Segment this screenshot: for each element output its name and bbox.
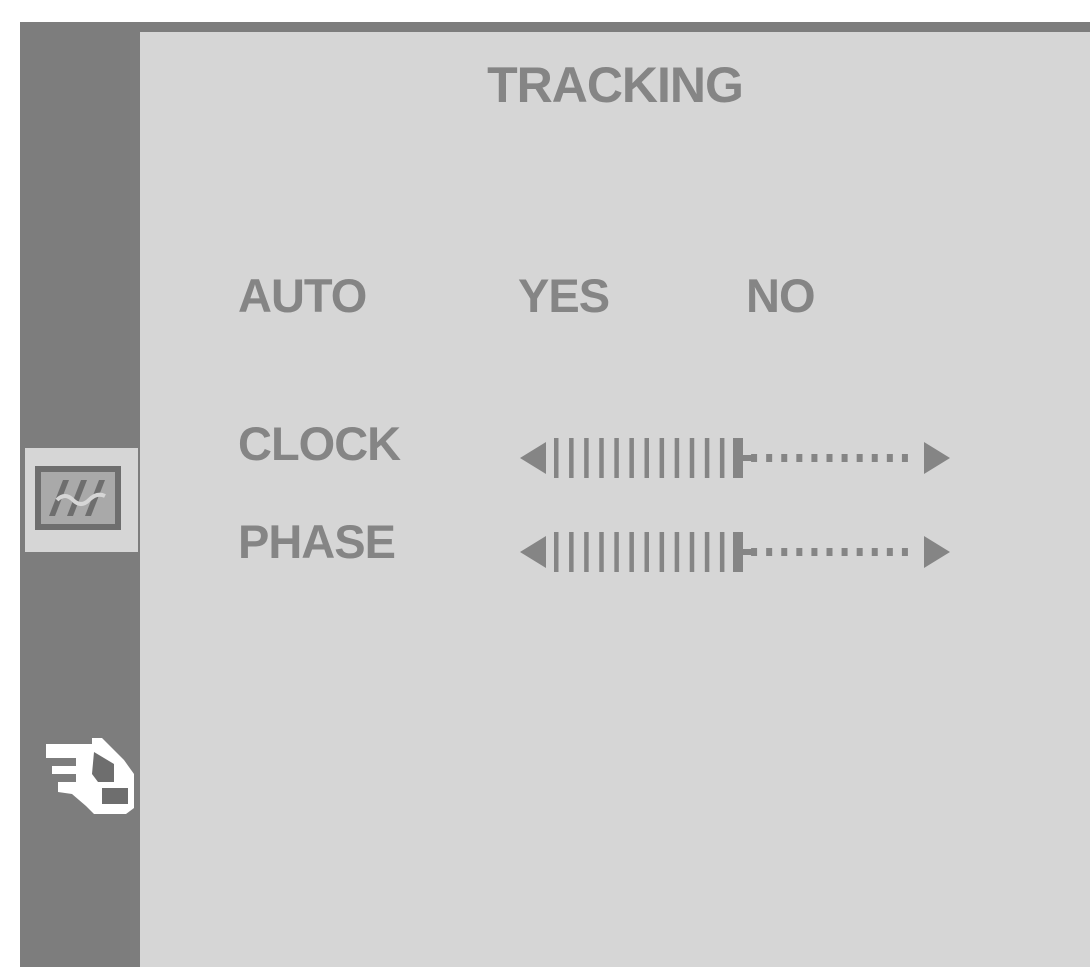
slider-empty-segment	[856, 548, 863, 556]
slider-fill-segment	[659, 438, 665, 478]
slider-fill-segment	[719, 438, 725, 478]
slider-fill-segment	[719, 532, 725, 572]
slider-fill-segment	[674, 532, 680, 572]
slider-empty-segment	[781, 548, 788, 556]
slider-empty-segment	[796, 454, 803, 462]
slider-empty-segment	[886, 548, 893, 556]
slider-fill-segment	[614, 532, 619, 572]
increase-arrow-icon[interactable]	[924, 536, 950, 568]
slider-fill-segment	[644, 532, 649, 572]
decrease-arrow-icon[interactable]	[520, 536, 546, 568]
phase-label: PHASE	[238, 515, 396, 568]
slider-empty-segment	[796, 548, 803, 556]
slider-empty-segment	[841, 454, 848, 462]
slider-fill-segment	[554, 532, 559, 572]
slider-empty-segment	[871, 454, 878, 462]
slider-fill-segment	[629, 438, 634, 478]
auto-label: AUTO	[238, 269, 367, 322]
slider-empty-segment	[826, 548, 833, 556]
slider-fill-segment	[599, 438, 604, 478]
slider-fill-segment	[569, 532, 574, 572]
auto-yes-option[interactable]: YES	[518, 268, 610, 323]
sidebar	[20, 22, 138, 967]
slider-fill-segment	[689, 438, 695, 478]
slider-fill-segment	[704, 532, 710, 572]
auto-no-option[interactable]: NO	[746, 268, 815, 323]
slider-empty-segment	[871, 548, 878, 556]
slider-fill-segment	[629, 532, 634, 572]
sidebar-item-tracking[interactable]	[25, 448, 138, 552]
osd-menu: TRACKING AUTO YES NO CLOCK PHASE	[20, 22, 1090, 967]
clock-slider[interactable]	[520, 436, 950, 480]
slider-empty-segment	[811, 548, 818, 556]
slider-fill-segment	[599, 532, 604, 572]
slider-fill-segment	[554, 438, 559, 478]
decrease-arrow-icon[interactable]	[520, 442, 546, 474]
slider-fill-segment	[614, 438, 619, 478]
increase-arrow-icon[interactable]	[924, 442, 950, 474]
slider-empty-segment	[826, 454, 833, 462]
slider-empty-segment	[901, 454, 908, 462]
slider-empty-segment	[901, 548, 908, 556]
slider-empty-segment	[886, 454, 893, 462]
slider-fill-segment	[674, 438, 680, 478]
slider-knob-tick	[741, 455, 755, 461]
page-title: TRACKING	[487, 57, 744, 113]
slider-fill-segment	[584, 532, 589, 572]
slider-empty-segment	[781, 454, 788, 462]
tracking-panel: TRACKING AUTO YES NO CLOCK PHASE	[140, 32, 1090, 967]
clock-label: CLOCK	[238, 417, 401, 470]
slider-fill-segment	[659, 532, 665, 572]
slider-empty-segment	[811, 454, 818, 462]
tracking-waves-icon	[35, 466, 121, 530]
slider-empty-segment	[766, 454, 773, 462]
slider-empty-segment	[841, 548, 848, 556]
slider-fill-segment	[644, 438, 649, 478]
slider-empty-segment	[766, 548, 773, 556]
phase-slider[interactable]	[520, 530, 950, 574]
slider-fill-segment	[689, 532, 695, 572]
slider-fill-segment	[569, 438, 574, 478]
hand-pointer-icon[interactable]	[42, 734, 134, 814]
slider-fill-segment	[704, 438, 710, 478]
slider-empty-segment	[856, 454, 863, 462]
slider-knob-tick	[741, 549, 755, 555]
slider-fill-segment	[584, 438, 589, 478]
